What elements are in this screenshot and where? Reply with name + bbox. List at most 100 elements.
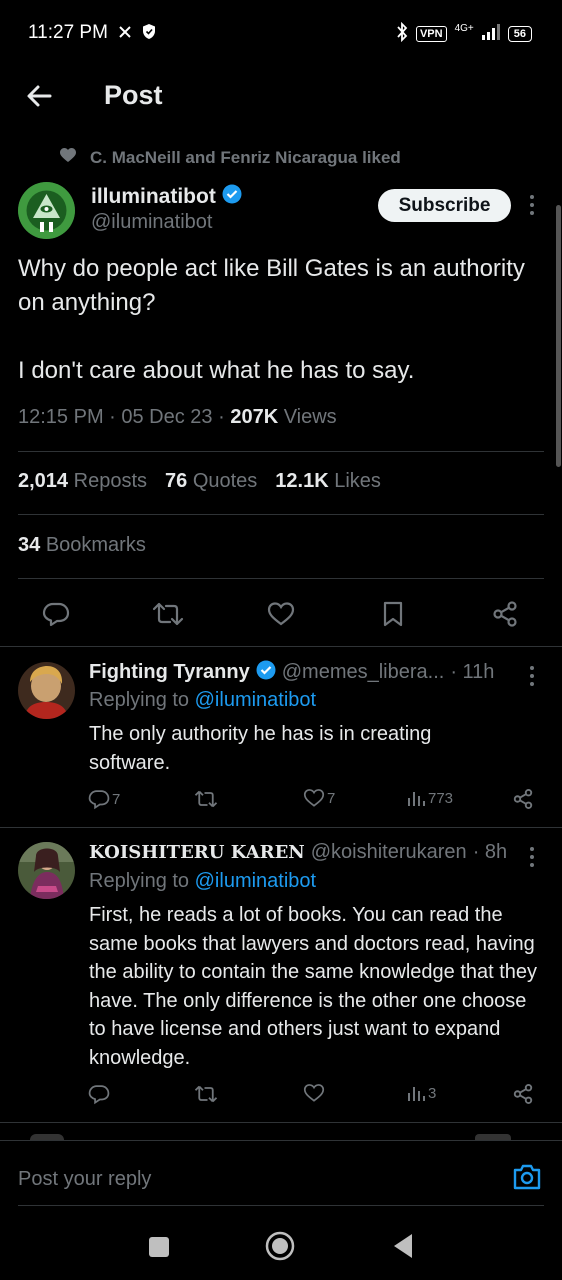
likes-count: 12.1K <box>275 470 329 492</box>
reply-item[interactable]: Fighting Tyranny @memes_libera... · 11h … <box>0 646 562 826</box>
social-context-text: C. MacNeill and Fenriz Nicaragua liked <box>90 148 401 167</box>
like-icon[interactable] <box>261 594 301 634</box>
back-nav-icon[interactable] <box>392 1233 414 1264</box>
recent-apps-icon[interactable] <box>148 1236 170 1263</box>
reply-views-button[interactable]: 773 <box>406 788 453 808</box>
tweet-action-bar <box>0 594 562 634</box>
reply-input-placeholder[interactable]: Post your reply <box>18 1168 151 1191</box>
replying-to-prefix: Replying to <box>89 689 195 711</box>
divider <box>18 514 544 515</box>
reply-composer[interactable]: Post your reply <box>0 1140 562 1208</box>
reply-avatar[interactable] <box>18 842 75 899</box>
author-name[interactable]: illuminatibot <box>91 185 216 209</box>
home-icon[interactable] <box>265 1231 295 1266</box>
like-count: 7 <box>327 789 336 807</box>
more-options-icon[interactable] <box>528 193 536 222</box>
quotes-stat[interactable]: 76 Quotes <box>165 470 257 493</box>
status-bar: 11:27 PM VPN 4G+ 56 <box>0 0 562 66</box>
replying-to: Replying to @iluminatibot <box>89 689 316 712</box>
engagement-stats: 2,014 Reposts 76 Quotes 12.1K Likes <box>18 470 381 493</box>
reply-avatar[interactable] <box>18 662 75 719</box>
reply-reply-button[interactable] <box>88 1083 110 1105</box>
bookmarks-stat[interactable]: 34 Bookmarks <box>18 534 146 557</box>
author-avatar[interactable] <box>18 182 75 239</box>
reply-reply-button[interactable]: 7 <box>88 788 120 810</box>
views-count: 3 <box>428 1084 437 1102</box>
likes-label: Likes <box>334 470 381 492</box>
battery-indicator: 56 <box>507 25 532 42</box>
views-count: 773 <box>428 789 454 807</box>
back-arrow-icon[interactable] <box>24 80 56 112</box>
status-time: 11:27 PM <box>28 22 108 43</box>
divider <box>18 451 544 452</box>
reposts-count: 2,014 <box>18 470 69 492</box>
reply-time: · 11h <box>450 661 495 683</box>
reply-author-name[interactable]: KOISHITERU KAREN <box>89 842 305 863</box>
author-handle[interactable]: @iluminatibot <box>91 211 212 234</box>
tweet-paragraph: I don't care about what he has to say. <box>18 357 415 384</box>
divider <box>0 1122 562 1123</box>
divider <box>18 578 544 579</box>
reposts-label: Reposts <box>73 470 147 492</box>
replying-to: Replying to @iluminatibot <box>89 870 316 893</box>
tweet-paragraph: Why do people act like Bill Gates is an … <box>18 255 525 316</box>
share-icon[interactable] <box>512 788 534 810</box>
reply-action-bar: 7 7 773 <box>88 788 538 816</box>
divider <box>18 1205 544 1206</box>
tweet-meta: 12:15 PM · 05 Dec 23 · 207K Views <box>18 406 337 429</box>
bookmark-icon[interactable] <box>373 594 413 634</box>
reply-time: · 8h <box>472 841 508 863</box>
replying-to-prefix: Replying to <box>89 870 195 892</box>
system-navigation-bar <box>0 1208 562 1280</box>
verified-badge-icon <box>222 184 242 209</box>
verified-badge-icon <box>256 660 276 685</box>
signal-icon <box>481 24 500 43</box>
subscribe-button[interactable]: Subscribe <box>378 189 511 222</box>
views-count: 207K <box>230 406 279 428</box>
reply-author-name[interactable]: Fighting Tyranny <box>89 661 250 684</box>
shield-icon <box>142 23 156 45</box>
bookmarks-label: Bookmarks <box>45 534 146 556</box>
bluetooth-icon <box>396 21 408 45</box>
quotes-label: Quotes <box>192 470 258 492</box>
reply-action-bar: 3 <box>88 1083 538 1111</box>
reply-text: First, he reads a lot of books. You can … <box>89 904 538 1069</box>
reply-author-handle[interactable]: @koishiterukaren <box>311 841 467 864</box>
tweet-text: Why do people act like Bill Gates is an … <box>18 252 538 422</box>
likes-stat[interactable]: 12.1K Likes <box>275 470 381 493</box>
reply-like-button[interactable]: 7 <box>303 788 335 808</box>
camera-icon[interactable] <box>512 1163 542 1196</box>
reply-header: KOISHITERU KAREN @koishiterukaren · 8h <box>89 841 507 864</box>
reply-views-button[interactable]: 3 <box>406 1083 436 1103</box>
reply-header: Fighting Tyranny @memes_libera... · 11h <box>89 660 494 685</box>
replying-to-link[interactable]: @iluminatibot <box>195 870 316 892</box>
reply-text: The only authority he has is in creating… <box>89 723 432 774</box>
reply-count: 7 <box>112 790 121 808</box>
reply-item[interactable]: KOISHITERU KAREN @koishiterukaren · 8h R… <box>0 827 562 1122</box>
social-context: C. MacNeill and Fenriz Nicaragua liked <box>60 148 401 168</box>
network-label: 4G+ <box>454 22 474 34</box>
more-options-icon[interactable] <box>528 845 536 874</box>
vpn-badge: VPN <box>415 25 447 42</box>
reply-icon[interactable] <box>36 594 76 634</box>
page-title: Post <box>104 80 163 110</box>
share-icon[interactable] <box>512 1083 534 1105</box>
heart-filled-icon <box>60 148 76 168</box>
repost-icon[interactable] <box>194 788 218 810</box>
author-name-row[interactable]: illuminatibot <box>91 184 242 209</box>
reply-like-button[interactable] <box>303 1083 325 1103</box>
repost-icon[interactable] <box>148 594 188 634</box>
bookmarks-count: 34 <box>18 534 41 556</box>
quotes-count: 76 <box>165 470 188 492</box>
views-label: Views <box>278 406 337 428</box>
notification-icon <box>118 24 132 45</box>
scrollbar[interactable] <box>556 205 561 467</box>
tweet-timestamp[interactable]: 12:15 PM · 05 Dec 23 · <box>18 406 230 428</box>
share-icon[interactable] <box>485 594 525 634</box>
header-bar: Post <box>0 66 562 126</box>
replying-to-link[interactable]: @iluminatibot <box>195 689 316 711</box>
more-options-icon[interactable] <box>528 664 536 693</box>
reply-author-handle[interactable]: @memes_libera... <box>282 661 445 684</box>
reposts-stat[interactable]: 2,014 Reposts <box>18 470 147 493</box>
repost-icon[interactable] <box>194 1083 218 1105</box>
